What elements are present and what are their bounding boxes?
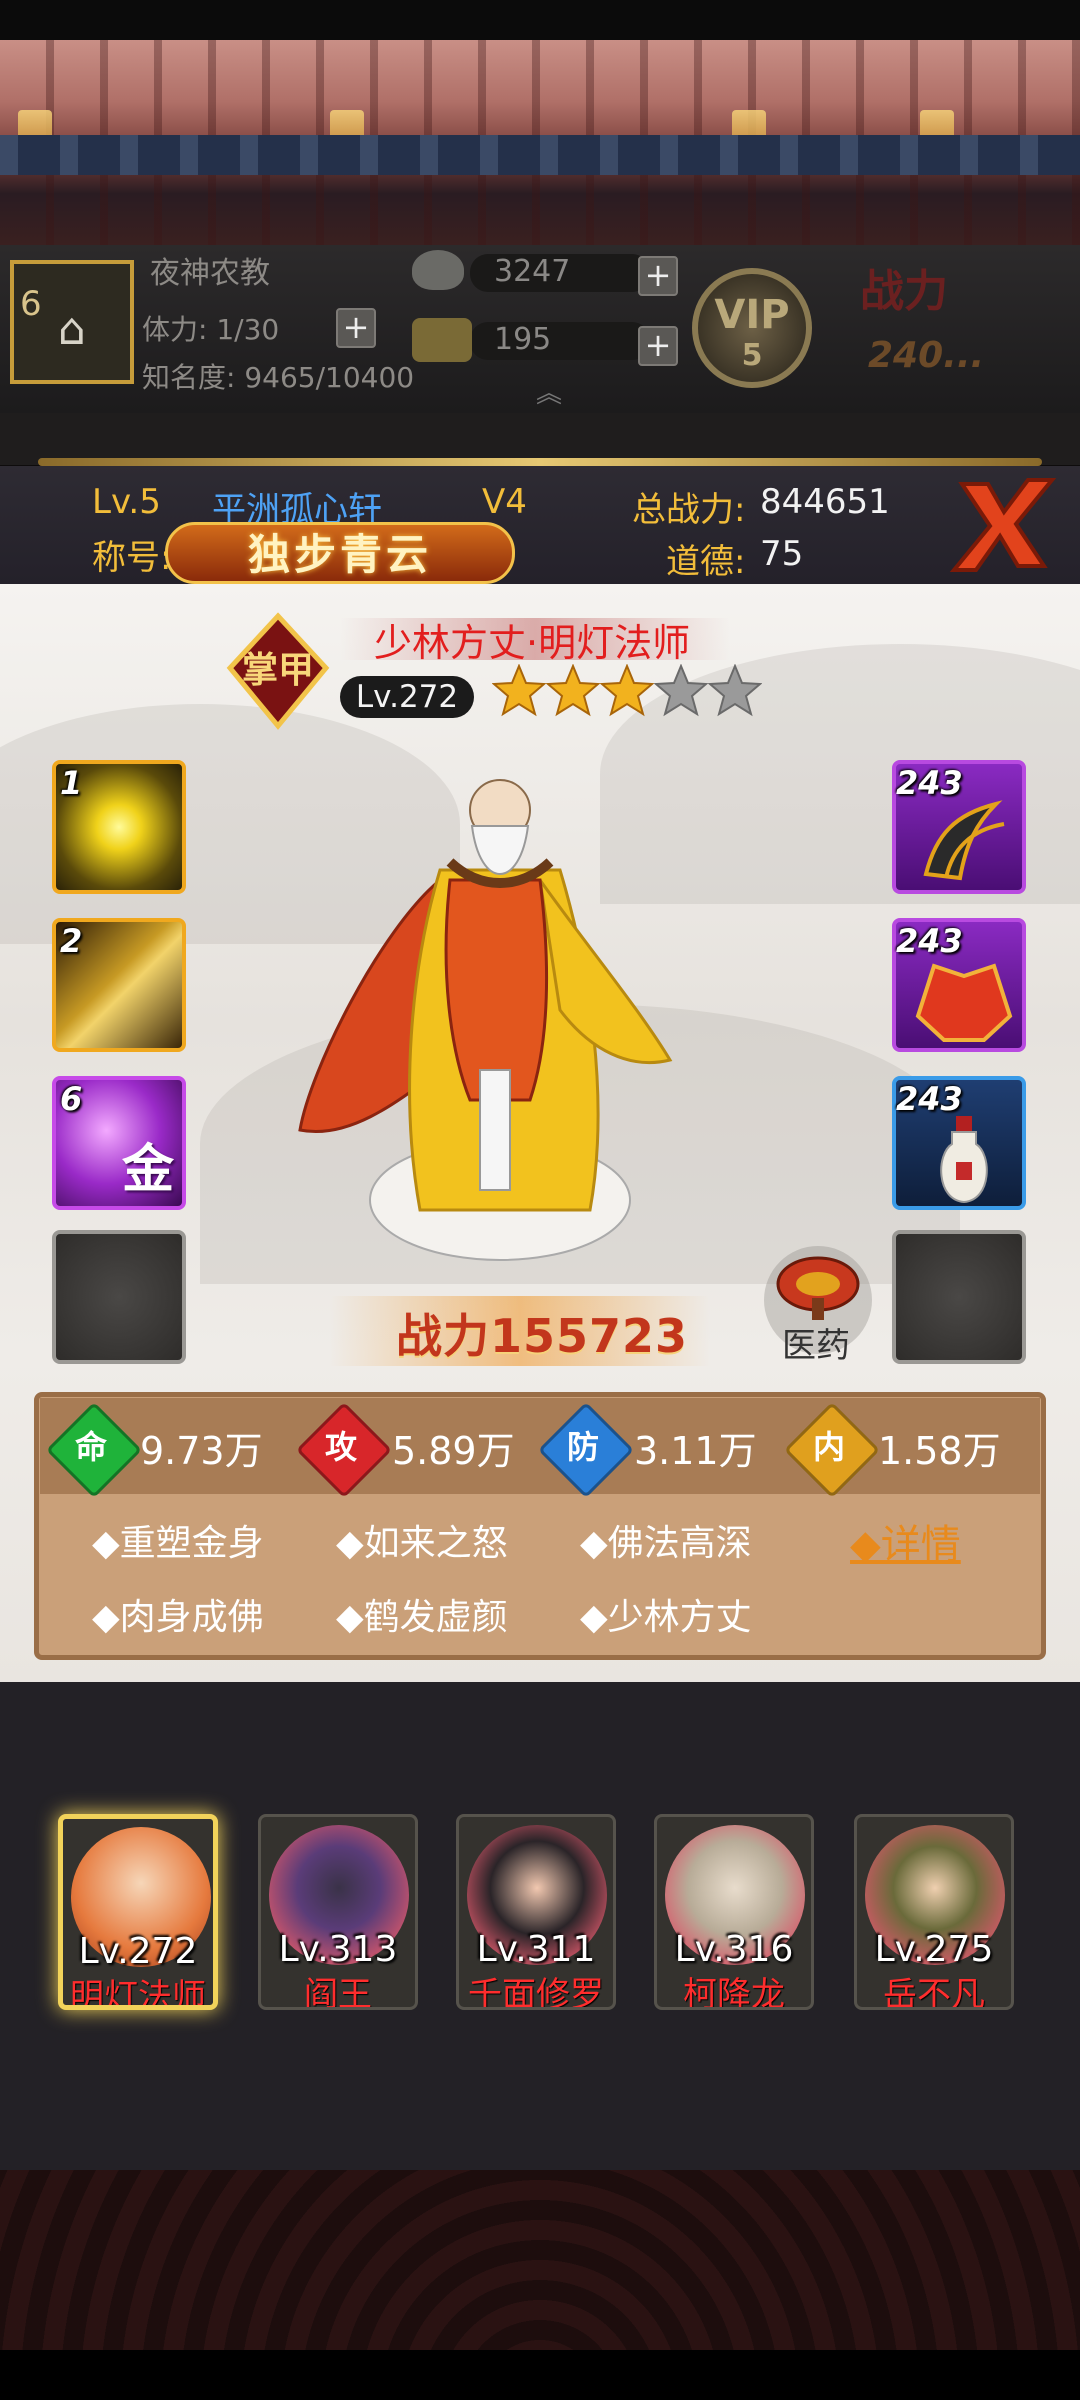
player-level-number: 6 [20, 284, 42, 324]
hp-value: 9.73万 [140, 1429, 263, 1473]
title-badge: 独步青云 [165, 522, 515, 584]
add-stamina-button[interactable]: + [336, 308, 376, 348]
trait-item: ◆佛法高深 [580, 1523, 752, 1564]
skill-slot-number: 1 [60, 764, 83, 802]
team-hero-level: Lv.316 [674, 1929, 794, 1970]
add-silver-button[interactable]: + [638, 256, 678, 296]
star-filled-icon [492, 664, 546, 717]
vip-badge[interactable]: VIP 5 [692, 268, 812, 388]
status-bar [0, 0, 1080, 40]
power-value: 240... [868, 335, 985, 376]
morality-value: 75 [760, 534, 804, 574]
equip-slot-armor[interactable]: 243 [892, 918, 1026, 1052]
stamina-text: 体力: 1/30 [142, 313, 280, 346]
star-empty-icon [708, 664, 762, 717]
team-hero-card[interactable]: Lv.316 柯降龙 [654, 1814, 814, 2010]
roof-tiles [0, 135, 1080, 175]
hero-power: 战力155723 [396, 1309, 689, 1363]
vip-text: VIP [714, 292, 790, 338]
medicine-bottle-icon [940, 1116, 988, 1204]
morality-label: 道德: [666, 542, 746, 582]
hero-rank-glyph: 掌甲 [242, 650, 314, 691]
equip-level: 243 [896, 922, 963, 960]
team-hero-name: 千面修罗 [468, 1975, 604, 2010]
team-hero-card[interactable]: Lv.275 岳不凡 [854, 1814, 1014, 2010]
claw-weapon-icon [923, 800, 1005, 881]
info-vip: V4 [482, 482, 527, 522]
skill-slot-1[interactable]: 1 [52, 760, 186, 894]
equip-slot-weapon[interactable]: 243 [892, 760, 1026, 894]
defense-label: 防 [566, 1428, 599, 1466]
attack-value: 5.89万 [392, 1429, 515, 1473]
system-nav-bar [0, 2350, 1080, 2400]
gold-value: 195 [494, 322, 552, 357]
equip-level: 243 [896, 1080, 963, 1118]
trait-item: ◆如来之怒 [336, 1523, 508, 1564]
skill-slot-empty[interactable] [52, 1230, 186, 1364]
team-hero-level: Lv.272 [78, 1931, 198, 1972]
hp-label: 命 [74, 1428, 107, 1466]
team-hero-card[interactable]: Lv.313 阎王 [258, 1814, 418, 2010]
robe-armor-icon [915, 963, 1013, 1042]
hero-portrait [298, 779, 673, 1261]
panel-top-trim [38, 458, 1042, 466]
skill-slot-2[interactable]: 2 [52, 918, 186, 1052]
trait-item: ◆少林方丈 [580, 1597, 752, 1638]
inner-force-value: 1.58万 [878, 1429, 1001, 1473]
total-power-label: 总战力: [632, 490, 746, 530]
vip-level: 5 [741, 338, 763, 373]
star-filled-icon [600, 664, 654, 717]
medicine-label: 医药 [782, 1326, 850, 1366]
attack-label: 攻 [324, 1428, 357, 1466]
sect-icon: ⌂ [58, 304, 86, 355]
close-icon[interactable] [948, 474, 1058, 574]
details-link[interactable]: ◆详情 [850, 1512, 961, 1570]
team-hero-name: 阎王 [304, 1975, 372, 2010]
gold-ingot-icon [412, 318, 472, 362]
player-level-badge[interactable]: 6 ⌂ [10, 260, 134, 384]
total-power-value: 844651 [760, 482, 890, 522]
add-gold-button[interactable]: + [638, 326, 678, 366]
trait-item: ◆重塑金身 [92, 1523, 264, 1564]
team-hero-card[interactable]: Lv.272 明灯法师 [58, 1814, 218, 2010]
hero-level: Lv.272 [340, 676, 474, 718]
equip-slot-accessory[interactable]: 243 [892, 1076, 1026, 1210]
silver-ingot-icon [412, 250, 464, 290]
hero-rank-badge: 掌甲 [226, 612, 330, 730]
player-name: 夜神农教 [150, 256, 270, 291]
skill-slot-number: 2 [60, 922, 83, 960]
star-filled-icon [546, 664, 600, 717]
skill-slot-3[interactable]: 6 金 [52, 1076, 186, 1210]
trait-item: ◆鹤发虚颜 [336, 1597, 508, 1638]
team-hero-name: 柯降龙 [683, 1975, 785, 2010]
power-title: 战力 [860, 266, 948, 317]
silver-value: 3247 [494, 254, 571, 289]
info-level: Lv.5 [92, 482, 161, 522]
title-label: 称号: [92, 538, 172, 578]
defense-value: 3.11万 [634, 1429, 757, 1473]
star-empty-icon [654, 664, 708, 717]
team-hero-level: Lv.275 [874, 1929, 994, 1970]
collapse-chevron-icon[interactable]: ︽ [524, 381, 574, 407]
skill-glyph: 金 [121, 1140, 174, 1200]
equip-slot-empty[interactable] [892, 1230, 1026, 1364]
team-hero-name: 岳不凡 [883, 1975, 985, 2010]
team-hero-card[interactable]: Lv.311 千面修罗 [456, 1814, 616, 2010]
trait-item: ◆肉身成佛 [92, 1597, 264, 1638]
team-hero-level: Lv.311 [476, 1929, 596, 1970]
inner-force-label: 内 [812, 1428, 845, 1466]
fame-text: 知名度: 9465/10400 [142, 361, 415, 394]
team-hero-level: Lv.313 [278, 1929, 398, 1970]
team-hero-name: 明灯法师 [70, 1977, 206, 2010]
hero-name: 少林方丈·明灯法师 [374, 621, 691, 665]
skill-slot-number: 6 [60, 1080, 83, 1118]
